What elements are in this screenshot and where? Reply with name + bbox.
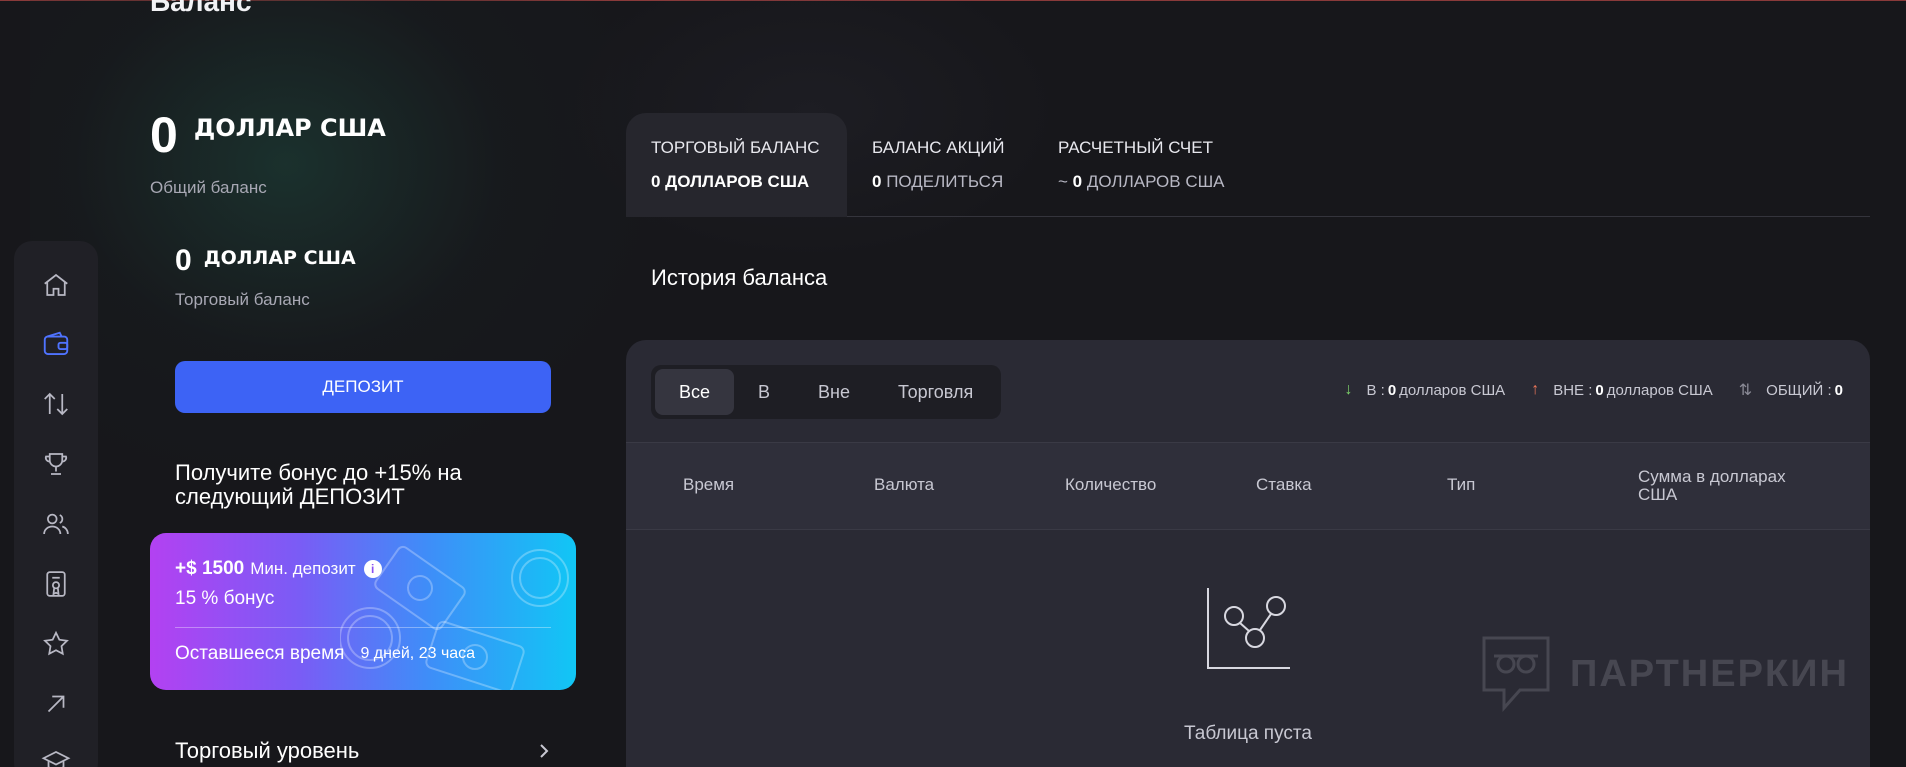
trading-balance-currency: ДОЛЛАР США [203,247,356,269]
arrow-down-icon: ↓ [1344,381,1353,398]
watermark: ПАРТНЕРКИН [1480,634,1849,714]
arrows-up-down-icon: ⇅ [1738,382,1753,399]
users-icon[interactable] [40,508,72,540]
tab-value: 0 ДОЛЛАРОВ США [651,172,810,191]
graduation-cap-icon[interactable] [40,746,72,767]
tab-title: ТОРГОВЫЙ БАЛАНС [651,138,820,157]
column-time[interactable]: Время [683,476,734,494]
empty-chart-icon [1207,588,1290,669]
info-icon[interactable]: i [363,560,382,578]
money-illustration [340,545,569,690]
tab-title: РАСЧЕТНЫЙ СЧЕТ [1058,138,1213,157]
bonus-amount-row: +$ 1500 Мин. депозит i [175,558,382,580]
arrow-up-right-icon[interactable] [40,688,72,720]
column-usd-amount[interactable]: Сумма в долларах США [1638,468,1808,504]
trading-balance: 0 ДОЛЛАР США [175,246,356,276]
trading-balance-label: Торговый баланс [175,290,310,309]
tab-value: ~ 0 ДОЛЛАРОВ США [1058,172,1225,191]
filter-trade[interactable]: Торговля [874,369,997,415]
table-header-divider [626,529,1870,530]
table-header: Время Валюта Количество Ставка Тип Сумма… [626,443,1870,529]
bonus-percent: 15 % бонус [175,588,275,609]
column-rate[interactable]: Ставка [1256,476,1312,494]
total-balance-value: 0 [150,107,178,163]
empty-table-text: Таблица пуста [1184,723,1312,744]
filter-in[interactable]: В [734,369,794,415]
bonus-amount: +$ 1500 [175,558,245,579]
star-icon[interactable] [40,628,72,660]
trade-level-link[interactable]: Торговый уровень [175,738,551,764]
total-balance-currency: ДОЛЛАР США [193,114,386,142]
column-type[interactable]: Тип [1447,476,1475,494]
column-quantity[interactable]: Количество [1065,476,1156,494]
bonus-time-row: Оставшееся время 9 дней, 23 часа [175,643,475,665]
history-title: История баланса [651,265,828,290]
total-balance: 0 ДОЛЛАР США [150,110,386,160]
summary-out: ↑ ВНЕ :0 долларов США [1531,381,1713,399]
trading-balance-value: 0 [175,244,192,277]
bonus-divider [175,627,551,628]
tab-stock-balance[interactable]: БАЛАНС АКЦИЙ 0 ПОДЕЛИТЬСЯ [847,113,1033,217]
filter-out[interactable]: Вне [794,369,874,415]
bonus-title: Получите бонус до +15% на следующий ДЕПО… [175,460,462,509]
summary-total: ⇅ ОБЩИЙ :0 [1738,381,1843,400]
chevron-right-icon [540,744,549,758]
transfer-icon[interactable] [40,388,72,420]
watermark-text: ПАРТНЕРКИН [1570,652,1849,695]
deposit-button[interactable]: ДЕПОЗИТ [175,361,551,413]
tab-trading-balance[interactable]: ТОРГОВЫЙ БАЛАНС 0 ДОЛЛАРОВ США [626,113,847,217]
summary-in: ↓ В :0 долларов США [1344,381,1506,399]
total-balance-label: Общий баланс [150,178,267,197]
watermark-logo-icon [1482,636,1550,712]
tab-settlement-account[interactable]: РАСЧЕТНЫЙ СЧЕТ ~ 0 ДОЛЛАРОВ США [1033,113,1263,217]
arrow-up-icon: ↑ [1531,381,1540,398]
tab-value: 0 ПОДЕЛИТЬСЯ [872,172,1004,191]
wallet-icon[interactable] [40,328,72,360]
sidebar [14,241,98,767]
bonus-card[interactable]: +$ 1500 Мин. депозит i 15 % бонус Оставш… [150,533,576,690]
trophy-icon[interactable] [40,448,72,480]
history-filter-group: Все В Вне Торговля [651,365,1001,419]
column-currency[interactable]: Валюта [874,476,934,494]
time-remaining-value: 9 дней, 23 часа [360,645,476,662]
filter-all[interactable]: Все [655,369,735,415]
time-remaining-label: Оставшееся время [175,643,345,664]
home-icon[interactable] [40,269,72,301]
certificate-icon[interactable] [40,568,72,600]
page-title: Баланс [150,0,252,17]
balance-tabs: ТОРГОВЫЙ БАЛАНС 0 ДОЛЛАРОВ США БАЛАНС АК… [626,113,1870,217]
trade-level-label: Торговый уровень [175,738,360,763]
tab-title: БАЛАНС АКЦИЙ [872,138,1005,157]
min-deposit-label: Мин. депозит [250,559,356,578]
history-summary: ↓ В :0 долларов США ↑ ВНЕ :0 долларов США … [1318,380,1846,400]
